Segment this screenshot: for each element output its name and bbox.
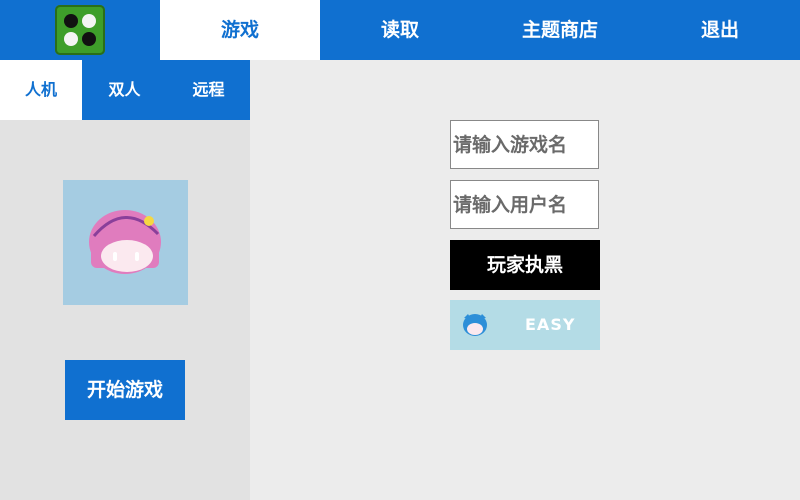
go-board-logo-icon	[55, 5, 105, 55]
nav-tab-load[interactable]: 读取	[320, 0, 480, 60]
mode-tab-bar: 人机 双人 远程	[0, 60, 250, 120]
difficulty-label: EASY	[525, 315, 576, 334]
pink-hair-girl-avatar-icon	[89, 210, 161, 274]
game-name-input[interactable]	[450, 120, 599, 169]
player-black-button[interactable]: 玩家执黑	[450, 240, 600, 290]
player-avatar	[63, 180, 188, 305]
tab-remote[interactable]: 远程	[167, 60, 250, 120]
tab-vs-computer[interactable]: 人机	[0, 60, 82, 120]
top-nav-bar: 游戏 读取 主题商店 退出	[0, 0, 800, 60]
nav-tab-exit[interactable]: 退出	[640, 0, 800, 60]
nav-tab-theme-store[interactable]: 主题商店	[480, 0, 640, 60]
left-panel: 人机 双人 远程 开始游戏	[0, 60, 250, 500]
blue-hair-avatar-icon	[463, 314, 487, 336]
nav-tab-game[interactable]: 游戏	[160, 0, 320, 60]
start-game-button[interactable]: 开始游戏	[65, 360, 185, 420]
user-name-input[interactable]	[450, 180, 599, 229]
tab-two-player[interactable]: 双人	[82, 60, 167, 120]
difficulty-button[interactable]: EASY	[450, 300, 600, 350]
